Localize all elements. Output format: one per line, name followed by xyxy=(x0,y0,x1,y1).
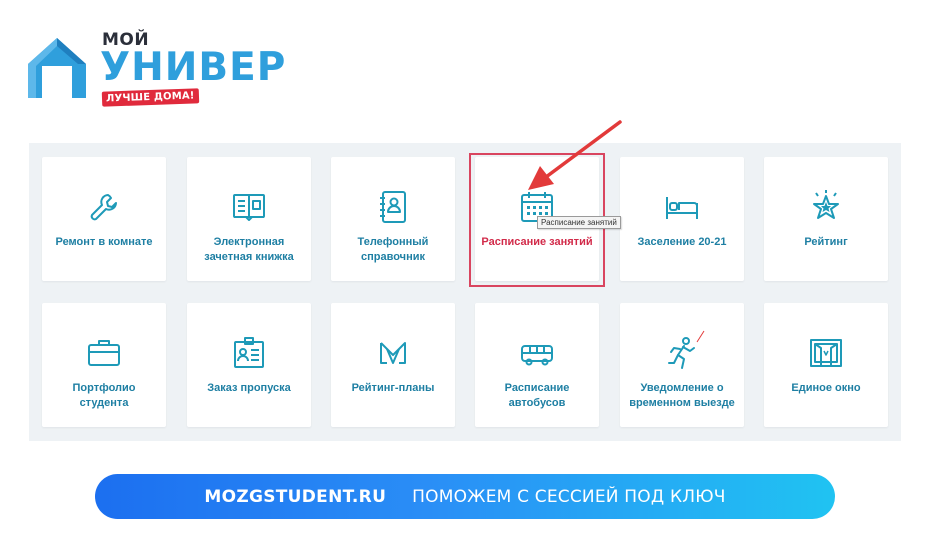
tile-label: Уведомление о временном выезде xyxy=(629,382,735,409)
tile-label: Заказ пропуска xyxy=(207,382,291,394)
tile-record-book[interactable]: Электронная зачетная книжка xyxy=(187,157,311,281)
star-icon xyxy=(808,189,844,225)
banner-site: MOZGSTUDENT.RU xyxy=(204,486,387,507)
tooltip: Расписание занятий xyxy=(537,216,621,229)
tile-label: Единое окно xyxy=(791,382,861,394)
wrench-icon xyxy=(86,189,122,225)
tile-label: Портфолио студента xyxy=(72,382,136,409)
tile-temporary-leave[interactable]: Уведомление о временном выезде xyxy=(620,303,744,427)
briefcase-icon xyxy=(86,335,122,371)
tile-label: Заселение 20-21 xyxy=(637,236,727,248)
app-logo[interactable]: МОЙ УНИВЕР ЛУЧШЕ ДОМА! xyxy=(26,28,296,110)
red-arrow-icon xyxy=(528,120,622,190)
tile-phone-book[interactable]: Телефонный справочник xyxy=(331,157,455,281)
red-pen-mark-icon xyxy=(696,330,705,343)
rating-plan-icon xyxy=(375,335,411,371)
phone-book-icon xyxy=(375,189,411,225)
tile-portfolio[interactable]: Портфолио студента xyxy=(42,303,166,427)
tile-pass-order[interactable]: Заказ пропуска xyxy=(187,303,311,427)
tile-label: Рейтинг xyxy=(804,236,848,248)
banner-text: ПОМОЖЕМ С СЕССИЕЙ ПОД КЛЮЧ xyxy=(412,486,726,507)
id-card-icon xyxy=(231,335,267,371)
tile-single-window[interactable]: Единое окно xyxy=(764,303,888,427)
tile-label: Рейтинг-планы xyxy=(351,382,435,394)
tile-label: Телефонный справочник xyxy=(357,236,429,263)
tile-label: Расписание автобусов xyxy=(504,382,570,409)
record-book-icon xyxy=(231,189,267,225)
logo-big-text: УНИВЕР xyxy=(100,45,287,90)
house-logo-icon xyxy=(28,38,86,98)
tile-repair[interactable]: Ремонт в комнате xyxy=(42,157,166,281)
tile-label: Ремонт в комнате xyxy=(55,236,153,248)
window-icon xyxy=(808,335,844,371)
bed-icon xyxy=(664,189,700,225)
logo-badge: ЛУЧШЕ ДОМА! xyxy=(101,88,199,107)
tile-rating[interactable]: Рейтинг xyxy=(764,157,888,281)
promo-banner[interactable]: MOZGSTUDENT.RU ПОМОЖЕМ С СЕССИЕЙ ПОД КЛЮ… xyxy=(95,474,835,519)
tile-rating-plans[interactable]: Рейтинг-планы xyxy=(331,303,455,427)
tile-bus-schedule[interactable]: Расписание автобусов xyxy=(475,303,599,427)
tile-label: Электронная зачетная книжка xyxy=(204,236,294,263)
tile-settlement[interactable]: Заселение 20-21 xyxy=(620,157,744,281)
bus-icon xyxy=(519,335,555,371)
